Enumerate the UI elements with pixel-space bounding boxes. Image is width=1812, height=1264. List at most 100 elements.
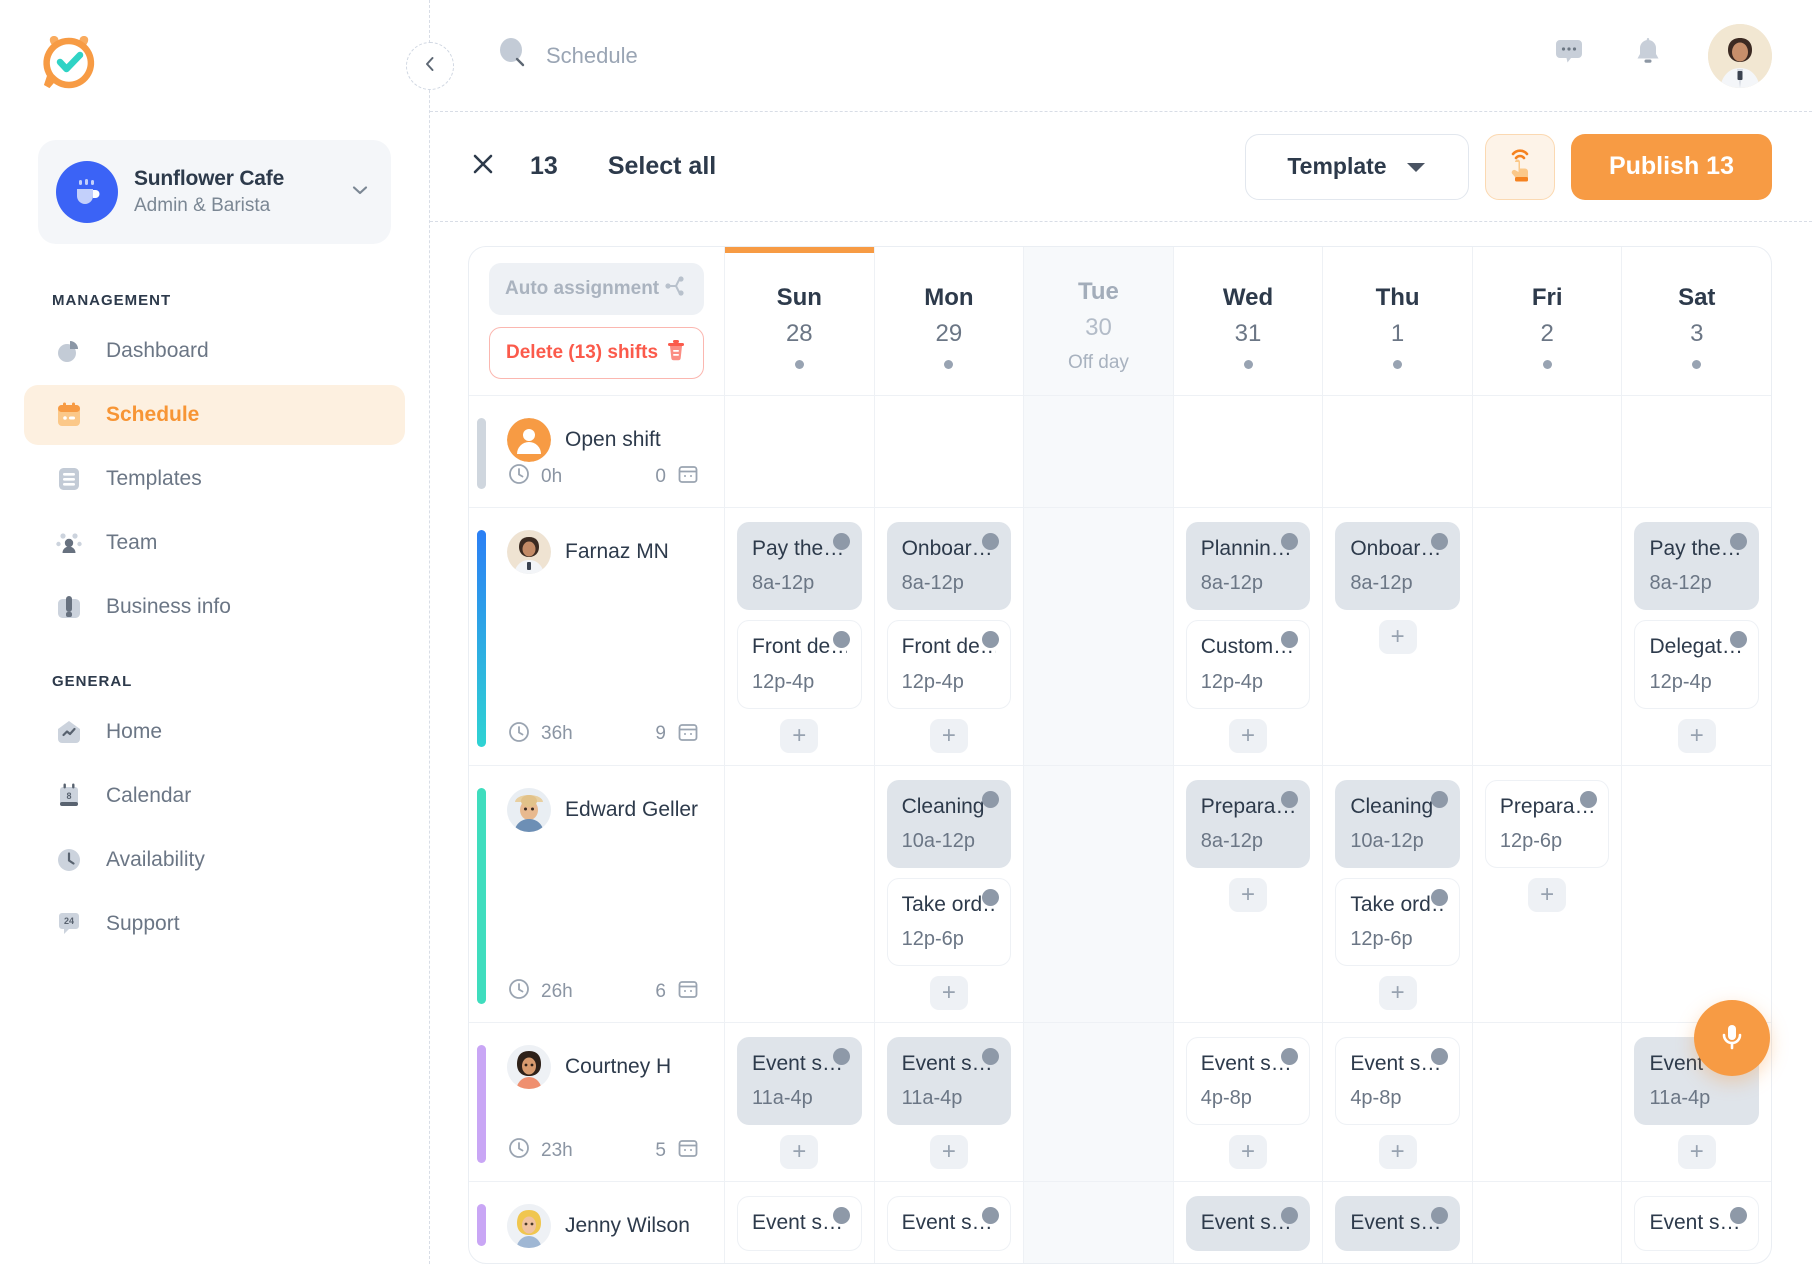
day-cell[interactable] — [1472, 1023, 1622, 1181]
day-cell[interactable] — [1472, 508, 1622, 765]
day-cell[interactable] — [1023, 508, 1173, 765]
add-shift-button[interactable]: + — [1229, 1135, 1267, 1169]
sidebar-collapse-button[interactable] — [406, 42, 454, 90]
shift-card[interactable]: Onboar…8a-12p — [887, 522, 1012, 610]
shift-card[interactable]: Cleaning10a-12p — [887, 780, 1012, 868]
shift-card[interactable]: Event s… — [737, 1196, 862, 1250]
shift-card[interactable]: Event s…4p-8p — [1335, 1037, 1460, 1125]
day-cell[interactable] — [1621, 766, 1771, 1023]
shift-card[interactable]: Prepara…12p-6p — [1485, 780, 1610, 868]
day-header-mon[interactable]: Mon29 — [874, 247, 1024, 395]
day-cell[interactable] — [1023, 1182, 1173, 1263]
shift-card[interactable]: Custom…12p-4p — [1186, 620, 1311, 708]
org-switcher[interactable]: Sunflower Cafe Admin & Barista — [38, 140, 391, 244]
day-header-sat[interactable]: Sat3 — [1621, 247, 1771, 395]
add-shift-button[interactable]: + — [780, 1135, 818, 1169]
add-shift-button[interactable]: + — [930, 976, 968, 1010]
day-cell[interactable] — [724, 396, 874, 507]
day-cell[interactable]: Plannin…8a-12p Custom…12p-4p + — [1173, 508, 1323, 765]
chevron-down-icon[interactable] — [349, 179, 371, 206]
day-header-wed[interactable]: Wed31 — [1173, 247, 1323, 395]
day-cell[interactable]: Event s… — [1322, 1182, 1472, 1263]
shift-card[interactable]: Take ord…12p-6p — [1335, 878, 1460, 966]
day-cell[interactable]: Prepara…8a-12p + — [1173, 766, 1323, 1023]
shift-card[interactable]: Event s…11a-4p — [887, 1037, 1012, 1125]
day-cell[interactable]: Cleaning10a-12pTake ord…12p-6p+ — [1322, 766, 1472, 1023]
add-shift-button[interactable]: + — [1528, 878, 1566, 912]
employee-cell[interactable]: Edward Geller26h6 — [469, 766, 724, 1023]
sidebar-item-templates[interactable]: Templates — [24, 449, 405, 509]
shift-card[interactable]: Event s…11a-4p — [737, 1037, 862, 1125]
sidebar-item-calendar[interactable]: 8 Calendar — [24, 766, 405, 826]
day-cell[interactable]: Onboar…8a-12pFront de…12p-4p+ — [874, 508, 1024, 765]
day-cell[interactable] — [874, 396, 1024, 507]
day-cell[interactable]: Event s…4p-8p + — [1173, 1023, 1323, 1181]
shift-card[interactable]: Event s…4p-8p — [1186, 1037, 1311, 1125]
sidebar-item-team[interactable]: Team — [24, 513, 405, 573]
add-shift-button[interactable]: + — [1379, 620, 1417, 654]
day-header-fri[interactable]: Fri2 — [1472, 247, 1622, 395]
select-all-button[interactable]: Select all — [608, 152, 716, 181]
shift-card[interactable]: Delegat…12p-4p — [1634, 620, 1759, 708]
day-cell[interactable]: Pay the…8a-12p Delegat…12p-4p + — [1621, 508, 1771, 765]
add-shift-button[interactable]: + — [1678, 719, 1716, 753]
day-cell[interactable]: Onboar…8a-12p + — [1322, 508, 1472, 765]
day-header-tue[interactable]: Tue30Off day — [1023, 247, 1173, 395]
sidebar-item-availability[interactable]: Availability — [24, 830, 405, 890]
day-cell[interactable]: Pay the…8a-12pFront de…12p-4p+ — [724, 508, 874, 765]
shift-card[interactable]: Prepara…8a-12p — [1186, 780, 1311, 868]
shift-card[interactable]: Plannin…8a-12p — [1186, 522, 1311, 610]
add-shift-button[interactable]: + — [1379, 976, 1417, 1010]
shift-card[interactable]: Event s… — [1335, 1196, 1460, 1250]
add-shift-button[interactable]: + — [1379, 1135, 1417, 1169]
day-cell[interactable] — [1621, 396, 1771, 507]
sidebar-item-support[interactable]: 24 Support — [24, 894, 405, 954]
clear-selection-button[interactable] — [468, 149, 498, 184]
profile-avatar[interactable] — [1708, 24, 1772, 88]
voice-assistant-button[interactable] — [1694, 1000, 1770, 1076]
sidebar-item-dashboard[interactable]: Dashboard — [24, 321, 405, 381]
day-cell[interactable]: Cleaning10a-12p Take ord…12p-6p + — [874, 766, 1024, 1023]
search-input[interactable]: Schedule — [496, 36, 638, 75]
day-cell[interactable]: Event s… — [874, 1182, 1024, 1263]
employee-cell[interactable]: Jenny Wilson — [469, 1182, 724, 1263]
shift-card[interactable]: Event s… — [887, 1196, 1012, 1250]
day-cell[interactable]: Event s…11a-4p + — [724, 1023, 874, 1181]
sidebar-item-business-info[interactable]: Business info — [24, 577, 405, 637]
shift-card[interactable]: Front de…12p-4p — [887, 620, 1012, 708]
add-shift-button[interactable]: + — [780, 719, 818, 753]
day-cell[interactable] — [724, 766, 874, 1023]
add-shift-button[interactable]: + — [1229, 719, 1267, 753]
notifications-button[interactable] — [1630, 35, 1666, 76]
day-cell[interactable] — [1173, 396, 1323, 507]
shift-card[interactable]: Event s… — [1634, 1196, 1759, 1250]
messages-button[interactable] — [1550, 34, 1588, 77]
sidebar-item-home[interactable]: Home — [24, 702, 405, 762]
shift-card[interactable]: Pay the…8a-12p — [737, 522, 862, 610]
day-header-thu[interactable]: Thu1 — [1322, 247, 1472, 395]
day-cell[interactable]: Prepara…12p-6p + — [1472, 766, 1622, 1023]
tap-assign-button[interactable] — [1485, 134, 1555, 200]
day-cell[interactable] — [1023, 766, 1173, 1023]
add-shift-button[interactable]: + — [930, 1135, 968, 1169]
auto-assignment-button[interactable]: Auto assignment — [489, 263, 704, 315]
day-cell[interactable] — [1023, 1023, 1173, 1181]
logo-container[interactable] — [0, 0, 429, 112]
day-cell[interactable] — [1322, 396, 1472, 507]
employee-cell[interactable]: Open shift0h0 — [469, 396, 724, 507]
day-cell[interactable]: Event s… — [1621, 1182, 1771, 1263]
shift-card[interactable]: Take ord…12p-6p — [887, 878, 1012, 966]
day-cell[interactable] — [1472, 1182, 1622, 1263]
shift-card[interactable]: Onboar…8a-12p — [1335, 522, 1460, 610]
employee-cell[interactable]: Courtney H23h5 — [469, 1023, 724, 1181]
day-cell[interactable]: Event s…4p-8p + — [1322, 1023, 1472, 1181]
delete-shifts-button[interactable]: Delete (13) shifts — [489, 327, 704, 379]
template-dropdown[interactable]: Template — [1245, 134, 1469, 200]
shift-card[interactable]: Pay the…8a-12p — [1634, 522, 1759, 610]
add-shift-button[interactable]: + — [1229, 878, 1267, 912]
shift-card[interactable]: Event s… — [1186, 1196, 1311, 1250]
day-header-sun[interactable]: Sun28 — [724, 247, 874, 395]
day-cell[interactable]: Event s… — [1173, 1182, 1323, 1263]
add-shift-button[interactable]: + — [1678, 1135, 1716, 1169]
sidebar-item-schedule[interactable]: Schedule — [24, 385, 405, 445]
